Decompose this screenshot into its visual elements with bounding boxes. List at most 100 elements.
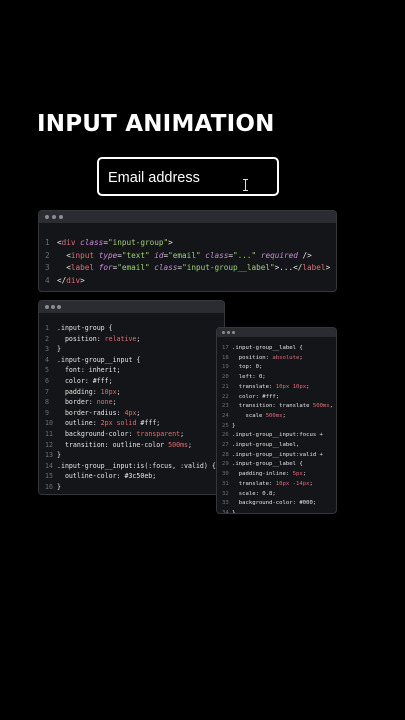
code-token: < <box>57 250 71 260</box>
code-line: 1 .input-group { <box>45 323 216 334</box>
code-token: ; <box>282 412 286 419</box>
line-number: 1 <box>45 238 50 247</box>
line-number: 25 <box>222 422 229 429</box>
line-number: 16 <box>45 482 53 491</box>
line-number: 34 <box>222 509 229 514</box>
code-token: label <box>70 263 95 272</box>
line-number: 33 <box>222 500 229 507</box>
window-titlebar <box>39 211 336 223</box>
line-number: 3 <box>45 263 50 272</box>
code-token: transparent <box>136 429 181 438</box>
html-code-window: 1 <div class="input-group"> 2 <input type=… <box>38 210 337 292</box>
line-number: 9 <box>45 408 49 417</box>
code-line: 16} <box>45 482 216 493</box>
line-number: 27 <box>222 442 229 449</box>
code-token: /> <box>297 250 312 260</box>
code-line: 12 transition: outline-color 500ms; <box>45 440 216 451</box>
code-token: padding-inline: <box>232 471 293 478</box>
code-token: .input-group__input:valid + <box>232 451 323 458</box>
code-token: > <box>325 263 331 272</box>
code-line: 22 color: #fff; <box>222 393 333 403</box>
code-line: 25} <box>222 422 333 432</box>
window-dot-icon <box>45 215 49 219</box>
code-line: 10 outline: 2px solid #fff; <box>45 418 216 429</box>
code-token: relative <box>104 334 137 343</box>
code-line: 2 <input type="text" id="email" class=".… <box>45 250 330 263</box>
line-number: 12 <box>45 440 53 449</box>
code-token: .input-group__input:focus + <box>232 432 323 439</box>
code-token: 500ms <box>312 403 330 410</box>
line-number: 15 <box>45 472 53 481</box>
line-number: 2 <box>45 250 50 260</box>
code-line: 14 .input-group__input:is(:focus, :valid)… <box>45 461 216 472</box>
email-input-demo[interactable]: Email address <box>97 157 279 196</box>
window-titlebar <box>217 328 336 337</box>
line-number: 29 <box>222 461 229 468</box>
code-token: ; <box>136 334 141 343</box>
code-token: position: <box>57 334 105 343</box>
code-line: 31 translate: 10px -14px; <box>222 480 333 490</box>
code-token: < <box>57 263 71 272</box>
line-number: 3 <box>45 345 49 354</box>
code-token: position: <box>232 354 273 361</box>
code-token: color: #fff; <box>232 393 280 400</box>
window-dot-icon <box>45 305 49 309</box>
code-token: background-color: <box>57 429 137 438</box>
code-line: 27 .input-group__label, <box>222 441 333 451</box>
code-token: >...</ <box>274 263 303 272</box>
line-number: 24 <box>222 412 229 419</box>
line-number: 32 <box>222 490 229 497</box>
code-line: 24 scale 500ms; <box>222 412 333 422</box>
code-token: translate: <box>232 480 276 487</box>
line-number: 14 <box>45 461 53 470</box>
window-dot-icon <box>232 331 235 334</box>
code-token: 10px 10px <box>275 383 307 390</box>
code-token: "input-group" <box>107 238 169 247</box>
code-line: 32 scale: 0.8; <box>222 490 333 500</box>
code-token: border: <box>57 398 97 407</box>
code-token: } <box>232 509 236 514</box>
line-number: 21 <box>222 383 229 390</box>
code-token: input <box>70 250 95 260</box>
code-token: ; <box>116 387 121 396</box>
code-token: 5px <box>292 471 303 478</box>
code-token: .input-group__label, <box>232 442 300 449</box>
code-token: ; <box>180 429 185 438</box>
code-line: 30 padding-inline: 5px; <box>222 470 333 480</box>
line-number: 20 <box>222 374 229 381</box>
code-token: outline-color: #3c50eb; <box>57 472 157 481</box>
line-number: 17 <box>222 345 229 351</box>
code-token: scale: 0.8; <box>232 490 276 497</box>
code-token: , <box>329 403 334 410</box>
line-number: 10 <box>45 419 53 428</box>
code-token: outline: <box>57 419 101 428</box>
code-token: ; <box>309 480 313 487</box>
code-token: class <box>154 263 178 272</box>
line-number: 5 <box>45 366 49 375</box>
line-number: 28 <box>222 451 229 458</box>
text-cursor-icon <box>243 179 248 191</box>
code-token: background-color: #000; <box>232 500 317 507</box>
line-number: 4 <box>45 355 49 364</box>
code-token: for <box>98 263 113 272</box>
code-line: 6 color: #fff; <box>45 376 216 387</box>
code-token: 4px <box>124 408 137 417</box>
code-token: padding: <box>57 387 101 396</box>
css-label-code-window: 17 .input-group__label {18 position: abso… <box>216 327 337 514</box>
code-line: 3} <box>45 344 216 355</box>
code-token: "email" <box>117 263 150 272</box>
code-token: .input-group__input { <box>57 355 141 364</box>
window-dot-icon <box>59 215 63 219</box>
code-token: </ <box>57 275 67 285</box>
line-number: 22 <box>222 393 229 400</box>
code-token: } <box>57 482 61 491</box>
code-line: 11 background-color: transparent; <box>45 429 216 440</box>
code-line: 33 background-color: #000; <box>222 499 333 509</box>
line-number: 11 <box>45 429 53 438</box>
line-number: 1 <box>45 324 49 332</box>
code-line: 13} <box>45 450 216 461</box>
code-line: 23 transition: translate 500ms, <box>222 402 333 412</box>
code-token: color: #fff; <box>57 376 113 385</box>
code-line: 29 .input-group__label { <box>222 460 333 470</box>
code-token: ; <box>299 354 303 361</box>
